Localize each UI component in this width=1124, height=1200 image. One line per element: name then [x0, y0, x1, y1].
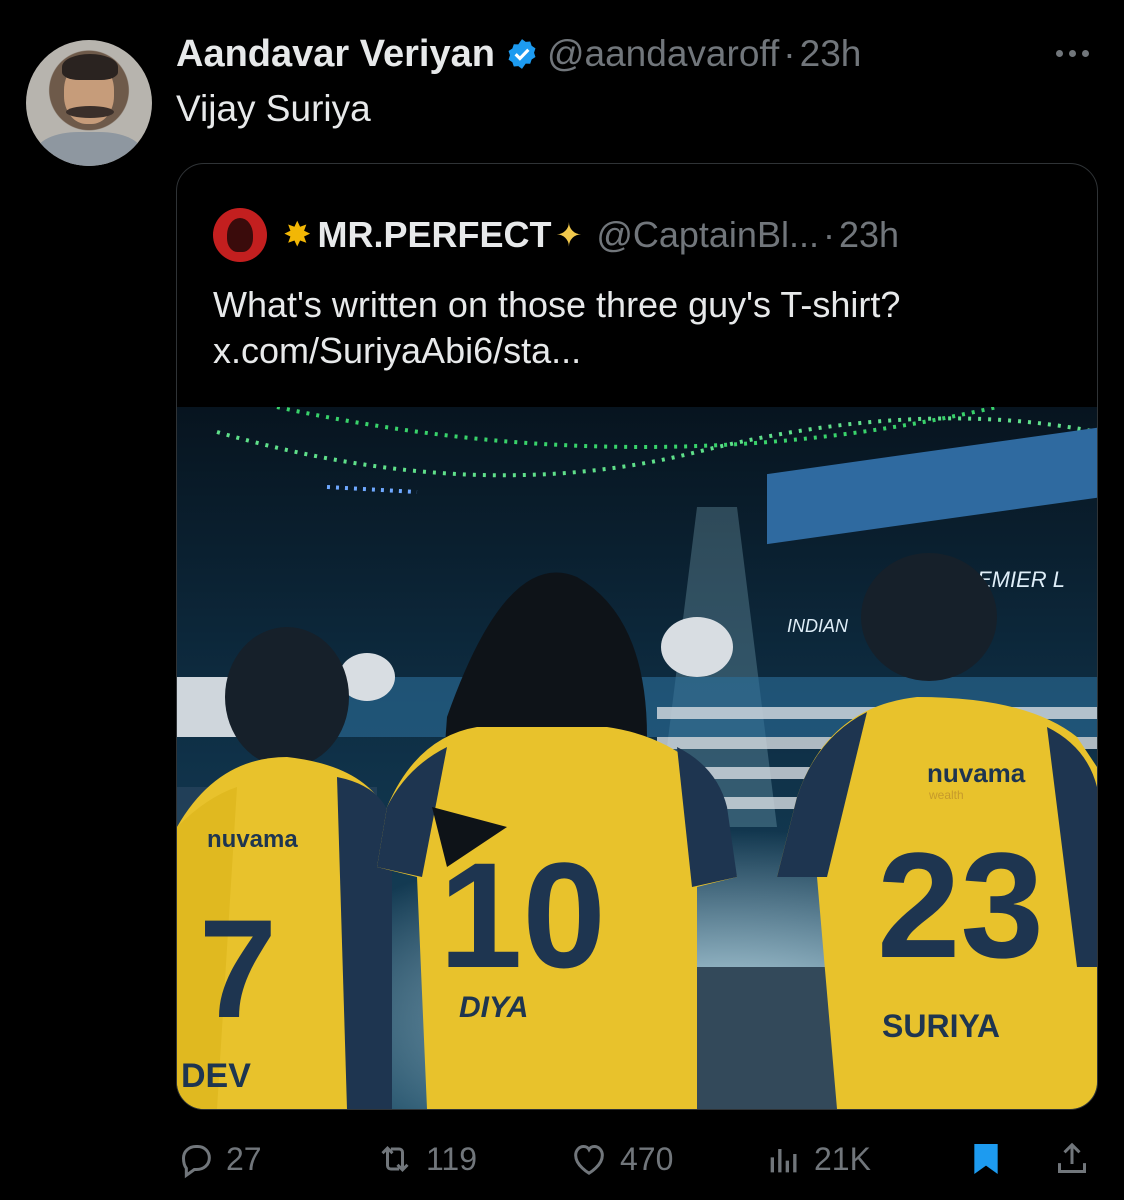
separator-dot: ·: [783, 33, 796, 74]
repost-count: 119: [426, 1140, 478, 1177]
heart-icon: [574, 1144, 604, 1175]
share-button[interactable]: [1052, 1134, 1102, 1184]
quoted-text: What's written on those three guy's T-sh…: [213, 284, 901, 325]
quoted-header: ✸ MR.PERFECT ✦ @CaptainBl... · 23h: [283, 208, 899, 262]
reply-count: 27: [226, 1140, 262, 1177]
dizzy-emoji-icon: ✦: [555, 217, 583, 253]
quoted-separator-dot: ·: [822, 214, 835, 255]
more-options-icon[interactable]: [1056, 38, 1096, 68]
jersey-number-text: 10: [439, 831, 606, 999]
quoted-author-handle[interactable]: @CaptainBl...: [596, 214, 819, 256]
avatar-mustache: [66, 106, 114, 118]
avatar-hair: [62, 54, 118, 80]
bookmark-button[interactable]: [966, 1134, 1016, 1184]
author-handle[interactable]: @aandavaroff: [547, 33, 779, 75]
avatar-shirt: [36, 132, 142, 166]
like-button[interactable]: 470: [568, 1134, 673, 1184]
bookmark-icon: [974, 1144, 998, 1174]
quoted-author-name[interactable]: MR.PERFECT: [318, 214, 552, 256]
share-icon: [1058, 1142, 1086, 1173]
stadium-banner-text: EMIER L: [977, 567, 1065, 592]
author-name[interactable]: Aandavar Veriyan: [176, 33, 495, 76]
author-avatar[interactable]: [26, 40, 152, 166]
stadium-banner-text: INDIAN: [787, 616, 849, 636]
collision-emoji-icon: ✸: [283, 216, 312, 254]
tweet-text: Vijay Suriya: [176, 88, 371, 129]
tweet-time[interactable]: 23h: [800, 33, 862, 75]
jersey-name-text: DEV: [181, 1057, 251, 1095]
repost-button[interactable]: 119: [374, 1134, 477, 1184]
jersey-name-text: SURIYA: [882, 1008, 1000, 1044]
jersey-sponsor-text: nuvama: [927, 758, 1026, 788]
views-button[interactable]: 21K: [764, 1134, 871, 1184]
jersey-name-text: DIYA: [459, 991, 528, 1024]
quoted-media-image[interactable]: EMIER L INDIAN nuvama 7 DEV 10 DIYA nuva…: [177, 407, 1097, 1109]
jersey-number-text: 23: [877, 821, 1044, 989]
quoted-tweet[interactable]: ✸ MR.PERFECT ✦ @CaptainBl... · 23h What'…: [176, 163, 1098, 1110]
quoted-author-avatar[interactable]: [213, 208, 267, 262]
views-count: 21K: [814, 1140, 871, 1177]
quoted-link[interactable]: x.com/SuriyaAbi6/sta...: [213, 328, 1073, 374]
jersey-sponsor-sub-text: wealth: [928, 788, 964, 802]
verified-badge-icon: [505, 37, 539, 71]
like-count: 470: [620, 1140, 674, 1177]
reply-icon: [181, 1145, 211, 1179]
action-bar: 27 119 470 21K: [176, 1134, 1096, 1184]
quoted-text-block: What's written on those three guy's T-sh…: [213, 282, 1073, 374]
analytics-icon: [770, 1149, 797, 1173]
reply-button[interactable]: 27: [176, 1134, 262, 1184]
quoted-time[interactable]: 23h: [839, 214, 899, 256]
tweet-header: Aandavar Veriyan @aandavaroff · 23h: [176, 30, 861, 78]
jersey-sponsor-text: nuvama: [207, 826, 298, 853]
jersey-number-text: 7: [199, 890, 277, 1047]
repost-icon: [381, 1146, 409, 1172]
